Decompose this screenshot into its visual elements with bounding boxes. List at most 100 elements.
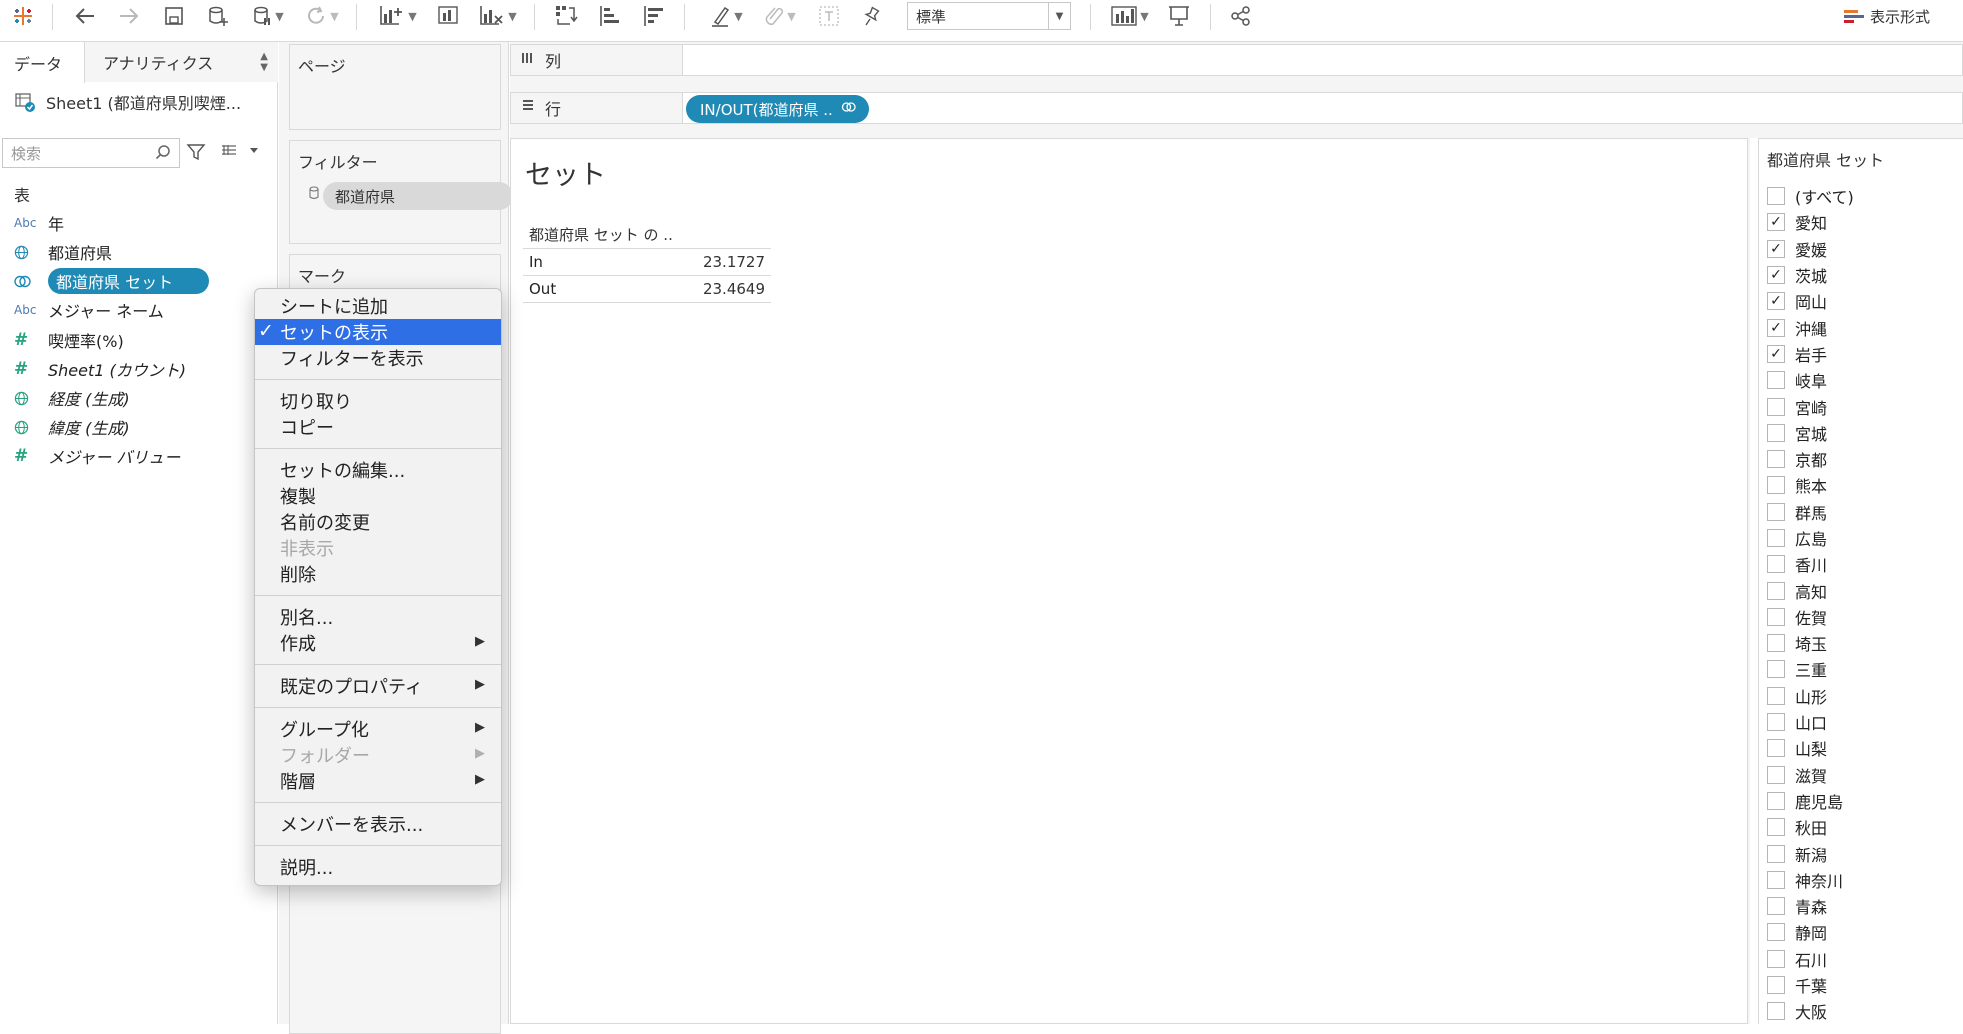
set-member-checkbox[interactable] — [1767, 607, 1785, 626]
set-member-checkbox[interactable] — [1767, 397, 1785, 416]
set-member-checkbox[interactable] — [1767, 976, 1785, 995]
save-icon[interactable] — [160, 0, 188, 32]
set-member-checkbox[interactable] — [1767, 1002, 1785, 1021]
set-member-item[interactable]: 三重 — [1767, 656, 1957, 682]
set-member-item[interactable]: 大阪 — [1767, 998, 1957, 1024]
menu-item-group-by[interactable]: グループ化 ▶ — [255, 716, 501, 742]
set-member-checkbox[interactable] — [1767, 213, 1785, 232]
set-member-item[interactable]: 山口 — [1767, 709, 1957, 735]
set-member-checkbox[interactable] — [1767, 791, 1785, 810]
set-member-item[interactable]: 千葉 — [1767, 972, 1957, 998]
set-member-item[interactable]: 秋田 — [1767, 814, 1957, 840]
row-pill-in-out[interactable]: IN/OUT(都道府県 .. — [686, 95, 869, 123]
set-member-checkbox[interactable] — [1767, 713, 1785, 732]
menu-item-copy[interactable]: コピー — [255, 414, 501, 440]
set-member-checkbox[interactable] — [1767, 739, 1785, 758]
set-member-checkbox[interactable] — [1767, 292, 1785, 311]
undo-icon[interactable] — [70, 0, 100, 32]
redo-icon[interactable] — [114, 0, 144, 32]
pause-updates-icon[interactable]: ▼ — [248, 0, 288, 32]
menu-item-default-properties[interactable]: 既定のプロパティ ▶ — [255, 673, 501, 699]
table-row[interactable]: In 23.1727 — [523, 249, 771, 276]
set-member-item[interactable]: 群馬 — [1767, 499, 1957, 525]
show-mark-labels-icon[interactable] — [814, 0, 844, 32]
set-member-checkbox[interactable] — [1767, 266, 1785, 285]
field-smoking-rate[interactable]: # 喫煙率(%) — [14, 327, 124, 353]
set-member-item[interactable]: 滋賀 — [1767, 762, 1957, 788]
set-member-item[interactable]: 香川 — [1767, 551, 1957, 577]
set-member-checkbox[interactable] — [1767, 239, 1785, 258]
set-member-checkbox[interactable] — [1767, 818, 1785, 837]
sort-ascending-icon[interactable] — [594, 0, 626, 32]
set-member-item[interactable]: 神奈川 — [1767, 867, 1957, 893]
set-member-item[interactable]: 山形 — [1767, 683, 1957, 709]
menu-item-add-to-sheet[interactable]: シートに追加 — [255, 293, 501, 319]
set-member-checkbox[interactable] — [1767, 686, 1785, 705]
columns-shelf[interactable]: 列 — [510, 44, 1963, 76]
set-member-item[interactable]: 岡山 — [1767, 288, 1957, 314]
set-member-item[interactable]: 埼玉 — [1767, 630, 1957, 656]
swap-rows-columns-icon[interactable] — [550, 0, 582, 32]
set-member-checkbox[interactable] — [1767, 371, 1785, 390]
menu-item-hierarchy[interactable]: 階層 ▶ — [255, 768, 501, 794]
show-me-button[interactable]: 表示形式 — [1844, 2, 1930, 30]
menu-item-duplicate[interactable]: 複製 — [255, 483, 501, 509]
duplicate-sheet-icon[interactable] — [432, 0, 466, 32]
set-member-item[interactable]: 沖縄 — [1767, 314, 1957, 340]
set-member-item[interactable]: 広島 — [1767, 525, 1957, 551]
worksheet-view[interactable]: セット 都道府県 セット の .. In 23.1727 Out 23.4649 — [510, 138, 1748, 1024]
share-icon[interactable] — [1226, 0, 1256, 32]
menu-item-show-members[interactable]: メンバーを表示... — [255, 811, 501, 837]
set-member-checkbox[interactable] — [1767, 897, 1785, 916]
set-member-item[interactable]: 京都 — [1767, 446, 1957, 472]
set-member-checkbox[interactable] — [1767, 344, 1785, 363]
menu-item-show-filter[interactable]: フィルターを表示 — [255, 345, 501, 371]
table-row[interactable]: Out 23.4649 — [523, 276, 771, 303]
set-member-checkbox[interactable] — [1767, 555, 1785, 574]
menu-item-cut[interactable]: 切り取り — [255, 388, 501, 414]
set-member-checkbox[interactable] — [1767, 476, 1785, 495]
field-measure-values[interactable]: # メジャー バリュー — [14, 443, 180, 469]
new-worksheet-icon[interactable]: ▼ — [374, 0, 422, 32]
set-member-checkbox[interactable] — [1767, 318, 1785, 337]
menu-item-edit-set[interactable]: セットの編集... — [255, 457, 501, 483]
field-latitude[interactable]: 緯度 (生成) — [14, 414, 130, 440]
field-year[interactable]: Abc 年 — [14, 210, 64, 236]
show-cards-icon[interactable]: ▼ — [1106, 0, 1154, 32]
clear-sheet-icon[interactable]: ▼ — [474, 0, 522, 32]
sort-descending-icon[interactable] — [638, 0, 670, 32]
tableau-logo-icon[interactable] — [8, 0, 38, 32]
filter-icon[interactable] — [186, 142, 206, 166]
menu-item-describe[interactable]: 説明... — [255, 854, 501, 880]
highlight-icon[interactable]: ▼ — [704, 0, 748, 32]
set-member-item[interactable]: 熊本 — [1767, 472, 1957, 498]
crosstab-header[interactable]: 都道府県 セット の .. — [523, 221, 771, 249]
set-member-item[interactable]: 岐阜 — [1767, 367, 1957, 393]
set-member-checkbox[interactable] — [1767, 450, 1785, 469]
search-input[interactable]: 検索 — [2, 138, 180, 168]
set-member-item[interactable]: 高知 — [1767, 577, 1957, 603]
view-options-icon[interactable] — [220, 143, 260, 163]
field-prefecture-set[interactable]: 都道府県 セット — [14, 268, 210, 294]
set-member-item[interactable]: 山梨 — [1767, 735, 1957, 761]
set-member-item[interactable]: 鹿児島 — [1767, 788, 1957, 814]
set-member-item[interactable]: 静岡 — [1767, 919, 1957, 945]
rows-shelf[interactable]: 行 IN/OUT(都道府県 .. — [510, 92, 1963, 124]
tab-data[interactable]: データ — [0, 42, 85, 83]
set-member-checkbox[interactable] — [1767, 660, 1785, 679]
set-member-item[interactable]: 茨城 — [1767, 262, 1957, 288]
set-member-checkbox[interactable] — [1767, 844, 1785, 863]
set-member-checkbox[interactable] — [1767, 423, 1785, 442]
menu-item-create[interactable]: 作成 ▶ — [255, 630, 501, 656]
set-member-item[interactable]: 宮崎 — [1767, 393, 1957, 419]
menu-item-aliases[interactable]: 別名... — [255, 604, 501, 630]
set-member-checkbox[interactable] — [1767, 581, 1785, 600]
field-longitude[interactable]: 経度 (生成) — [14, 385, 130, 411]
field-prefecture[interactable]: 都道府県 — [14, 239, 112, 265]
new-datasource-icon[interactable] — [204, 0, 232, 32]
datasource-item[interactable]: Sheet1 (都道府県別喫煙... — [14, 90, 241, 114]
set-member-item[interactable]: 佐賀 — [1767, 604, 1957, 630]
fit-dropdown[interactable]: 標準 ▼ — [907, 2, 1071, 30]
set-member-checkbox[interactable] — [1767, 923, 1785, 942]
field-sheet1-count[interactable]: # Sheet1 (カウント) — [14, 356, 186, 382]
